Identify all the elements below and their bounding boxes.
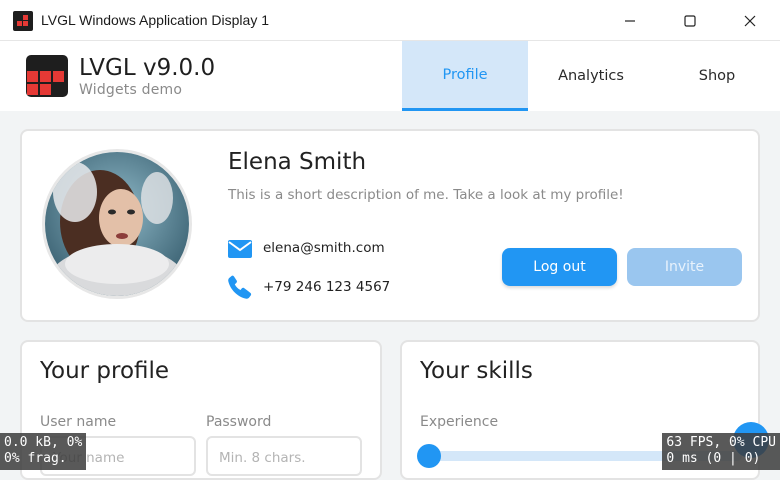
app-title: LVGL v9.0.0 <box>79 55 216 81</box>
envelope-icon <box>228 240 252 258</box>
lvgl-logo-icon <box>26 55 68 97</box>
invite-button[interactable]: Invite <box>627 248 742 286</box>
phone-icon <box>228 275 252 299</box>
avatar <box>42 149 192 299</box>
app-subtitle: Widgets demo <box>79 82 183 98</box>
profile-description: This is a short description of me. Take … <box>228 187 624 203</box>
username-label: User name <box>40 414 117 430</box>
minimize-button[interactable] <box>600 0 660 41</box>
password-label: Password <box>206 414 272 430</box>
maximize-button[interactable] <box>660 0 720 41</box>
logout-button[interactable]: Log out <box>502 248 617 286</box>
password-input[interactable]: Min. 8 chars. <box>206 436 362 476</box>
maximize-icon <box>684 14 696 27</box>
close-button[interactable] <box>720 0 780 41</box>
window-title-bar[interactable]: LVGL Windows Application Display 1 <box>0 0 780 41</box>
your-profile-title: Your profile <box>40 358 170 384</box>
close-icon <box>744 15 756 26</box>
profile-phone: +79 246 123 4567 <box>263 279 391 295</box>
tab-shop[interactable]: Shop <box>654 41 780 111</box>
app-header: LVGL v9.0.0 Widgets demo Profile Analyti… <box>0 41 780 111</box>
experience-label: Experience <box>420 414 499 430</box>
tab-analytics[interactable]: Analytics <box>528 41 654 111</box>
memory-monitor: 0.0 kB, 0% 0% frag. <box>0 433 87 470</box>
minimize-icon <box>625 19 635 22</box>
fps-monitor: 63 FPS, 0% CPU 0 ms (0 | 0) <box>662 433 780 470</box>
app-logo-icon <box>13 11 33 31</box>
profile-name: Elena Smith <box>228 149 367 175</box>
window-title: LVGL Windows Application Display 1 <box>41 12 269 28</box>
profile-email: elena@smith.com <box>263 240 385 256</box>
experience-slider-knob[interactable] <box>417 444 441 468</box>
avatar-image <box>45 152 189 296</box>
tab-profile[interactable]: Profile <box>402 41 528 111</box>
your-skills-title: Your skills <box>420 358 533 384</box>
profile-card: Elena Smith This is a short description … <box>20 129 760 322</box>
